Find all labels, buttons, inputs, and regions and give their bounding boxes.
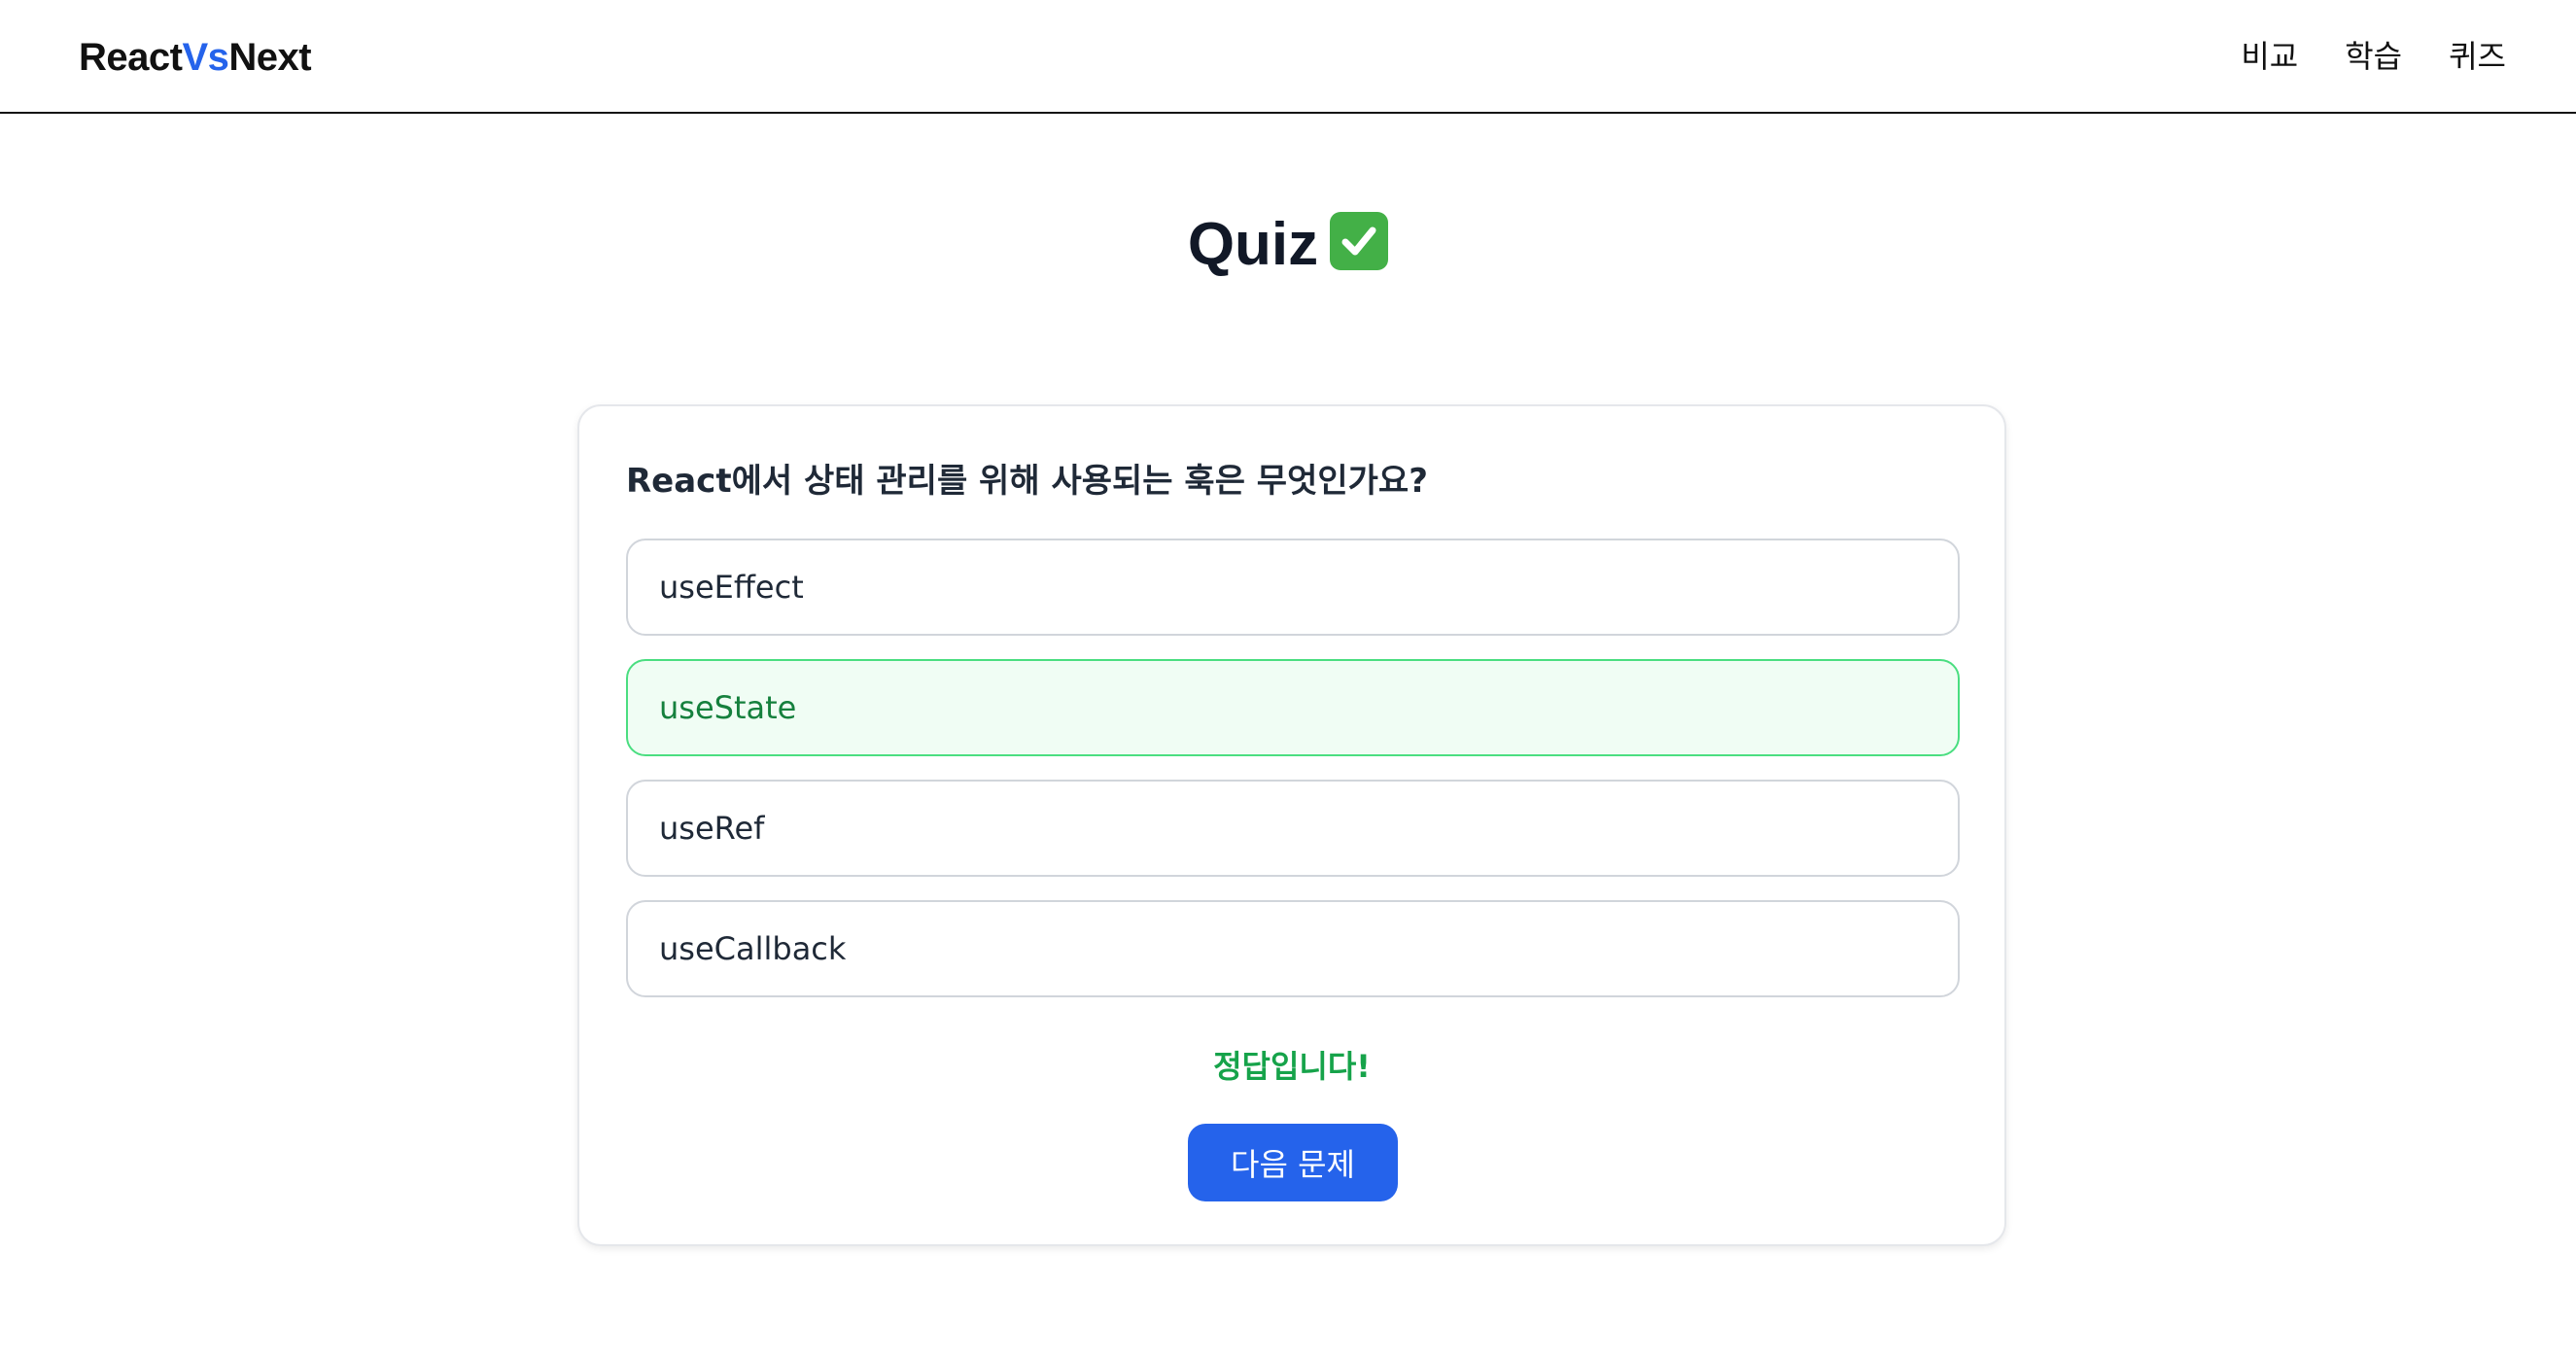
page-title: Quiz [0, 206, 2576, 284]
next-question-button[interactable]: 다음 문제 [1188, 1124, 1398, 1201]
answer-option-usecallback[interactable]: useCallback [626, 900, 1960, 997]
nav-quiz[interactable]: 퀴즈 [2449, 34, 2506, 79]
quiz-question: React에서 상태 관리를 위해 사용되는 훅은 무엇인가요? [626, 462, 1428, 501]
nav-compare[interactable]: 비교 [2241, 34, 2298, 79]
check-mark-button-icon [1330, 212, 1389, 270]
answer-option-useeffect[interactable]: useEffect [626, 539, 1960, 636]
answer-feedback: 정답입니다! [1213, 1048, 1371, 1085]
top-header: ReactVsNext 비교 학습 퀴즈 [0, 0, 2576, 114]
logo-next: Next [228, 36, 312, 79]
page-title-text: Quiz [1187, 211, 1319, 278]
main-nav: 비교 학습 퀴즈 [2241, 34, 2506, 79]
quiz-card: React에서 상태 관리를 위해 사용되는 훅은 무엇인가요? useEffe… [577, 404, 2006, 1246]
answer-option-label: useCallback [659, 930, 847, 967]
answer-option-useref[interactable]: useRef [626, 780, 1960, 877]
nav-learn[interactable]: 학습 [2345, 34, 2402, 79]
logo-react: React [79, 36, 183, 79]
answer-option-label: useEffect [659, 569, 804, 606]
answer-option-label: useRef [659, 810, 765, 847]
logo-vs: Vs [182, 36, 229, 79]
logo[interactable]: ReactVsNext [79, 33, 312, 82]
answer-option-label: useState [659, 689, 797, 726]
answer-option-usestate-correct[interactable]: useState [626, 659, 1960, 756]
